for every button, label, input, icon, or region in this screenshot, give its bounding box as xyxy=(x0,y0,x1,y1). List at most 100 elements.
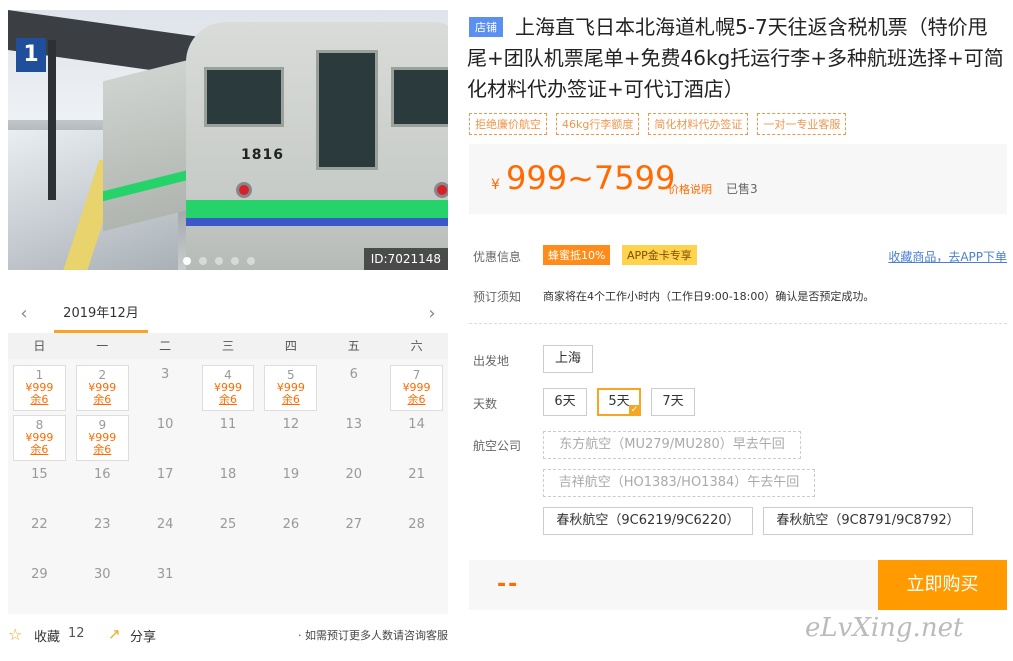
train-window-right xyxy=(391,67,448,127)
app-order-link[interactable]: 收藏商品，去APP下单 xyxy=(888,248,1007,265)
platform-number-sign: 1 xyxy=(16,38,46,72)
carousel-dot[interactable] xyxy=(247,257,255,265)
day-number: 5 xyxy=(287,368,295,382)
day-number: 26 xyxy=(282,517,300,532)
promo-app-gold-badge: APP金卡专享 xyxy=(622,245,697,265)
train-blue-stripe xyxy=(186,218,448,226)
feature-tag: 46kg行李额度 xyxy=(556,113,640,135)
calendar-day: 6 xyxy=(322,363,385,413)
day-number: 23 xyxy=(94,517,111,532)
favorite-button[interactable]: 收藏 xyxy=(34,626,60,645)
day-number: 14 xyxy=(408,417,425,432)
calendar-day: 23 xyxy=(71,513,134,563)
platform-pillar xyxy=(48,40,56,200)
day-stock: 余6 xyxy=(218,393,237,406)
promo-honey-badge: 蜂蜜抵10% xyxy=(543,245,611,265)
train-headlight-left xyxy=(236,182,252,198)
calendar-day: 29 xyxy=(8,563,71,613)
price-box: ¥ 999~7599 价格说明 已售3 xyxy=(469,144,1007,214)
chevron-left-icon[interactable]: ‹ xyxy=(14,304,34,324)
carousel-dot[interactable] xyxy=(183,257,191,265)
day-number: 10 xyxy=(156,417,174,432)
airline-option-9c8791[interactable]: 春秋航空（9C8791/9C8792） xyxy=(763,507,973,535)
product-photo[interactable]: 1 1816 ID:7021148 xyxy=(8,10,448,270)
departure-option-shanghai[interactable]: 上海 xyxy=(543,345,593,373)
day-number: 2 xyxy=(98,368,107,382)
calendar-day: 15 xyxy=(8,463,71,513)
carousel-dots xyxy=(183,257,255,265)
carousel-dot[interactable] xyxy=(199,257,207,265)
day-number: 3 xyxy=(160,367,170,382)
calendar-day[interactable]: 8 ¥999 余6 xyxy=(8,413,71,463)
calendar-day: 19 xyxy=(259,463,322,513)
price-explanation-link[interactable]: 价格说明 xyxy=(668,181,712,197)
train-front: 1816 xyxy=(186,22,448,270)
train-green-stripe xyxy=(186,200,448,218)
day-stock: 余6 xyxy=(93,443,112,456)
calendar-day[interactable]: 1 ¥999 余6 xyxy=(8,363,71,413)
day-number: 9 xyxy=(98,418,107,432)
day-number: 15 xyxy=(31,467,48,482)
day-number: 19 xyxy=(282,467,300,482)
airline-option-9c6219[interactable]: 春秋航空（9C6219/9C6220） xyxy=(543,507,753,535)
calendar-grid: 1 ¥999 余6 2 ¥999 余6 3 4 ¥999 余6 5 ¥999 余6 6 7 ¥999 余6 8 ¥9… xyxy=(8,363,448,613)
share-button[interactable]: 分享 xyxy=(130,626,156,645)
calendar-day: 22 xyxy=(8,513,71,563)
days-option-6[interactable]: 6天 xyxy=(543,388,587,416)
carousel-dot[interactable] xyxy=(231,257,239,265)
weekday-label: 四 xyxy=(284,339,297,353)
feature-tag: 一对一专业客服 xyxy=(757,113,847,135)
day-number: 7 xyxy=(412,368,421,382)
calendar-day: 13 xyxy=(322,413,385,463)
day-number: 22 xyxy=(31,517,48,532)
group-booking-note: · 如需预订更多人数请咨询客服 xyxy=(298,629,448,642)
carousel-dot[interactable] xyxy=(215,257,223,265)
weekday-label: 日 xyxy=(33,339,46,353)
calendar-day[interactable]: 2 ¥999 余6 xyxy=(71,363,134,413)
calendar-day[interactable]: 5 ¥999 余6 xyxy=(259,363,322,413)
weekday-label: 二 xyxy=(159,339,172,353)
calendar-header: ‹ 2019年12月 › xyxy=(8,298,448,333)
day-stock: 余6 xyxy=(30,443,49,456)
calendar-day: 31 xyxy=(134,563,197,613)
calendar-day: 24 xyxy=(134,513,197,563)
weekday-label: 五 xyxy=(347,339,360,353)
date-calendar: ‹ 2019年12月 › 日 一 二 三 四 五 六 1 ¥999 余6 2 ¥999 余6 3 4 ¥99… xyxy=(8,298,448,614)
calendar-day: 12 xyxy=(259,413,322,463)
booking-label: 预订须知 xyxy=(473,290,522,304)
calendar-day: 26 xyxy=(259,513,322,563)
days-option-7[interactable]: 7天 xyxy=(651,388,695,416)
calendar-day: 17 xyxy=(134,463,197,513)
calendar-body: 1 ¥999 余6 2 ¥999 余6 3 4 ¥999 余6 5 ¥999 余6 6 7 ¥999 余6 8 ¥9… xyxy=(8,359,448,614)
star-icon[interactable]: ☆ xyxy=(8,625,22,644)
social-bar: ☆ 收藏 12 ↗ 分享 · 如需预订更多人数请咨询客服 xyxy=(8,625,448,645)
day-number: 21 xyxy=(408,467,425,482)
calendar-day: 16 xyxy=(71,463,134,513)
buy-now-button[interactable]: 立即购买 xyxy=(878,560,1007,610)
day-number: 12 xyxy=(282,417,300,432)
airline-option-mu[interactable]: 东方航空（MU279/MU280）早去午回 xyxy=(543,431,801,459)
calendar-day: 25 xyxy=(197,513,260,563)
chevron-right-icon[interactable]: › xyxy=(422,304,442,324)
calendar-day[interactable]: 4 ¥999 余6 xyxy=(197,363,260,413)
calendar-day: 30 xyxy=(71,563,134,613)
image-id-tag: ID:7021148 xyxy=(363,248,448,270)
calendar-day: 21 xyxy=(385,463,448,513)
calendar-weekdays: 日一二三四五六 xyxy=(8,333,448,359)
calendar-day[interactable]: 9 ¥999 余6 xyxy=(71,413,134,463)
train-side-cars xyxy=(103,58,193,232)
day-number: 20 xyxy=(345,467,362,482)
feature-tag: 拒绝廉价航空 xyxy=(469,113,547,135)
airline-option-ho[interactable]: 吉祥航空（HO1383/HO1384）午去午回 xyxy=(543,469,815,497)
calendar-day: 27 xyxy=(322,513,385,563)
calendar-day[interactable]: 7 ¥999 余6 xyxy=(385,363,448,413)
train-headlight-right xyxy=(434,182,448,198)
calendar-day: 28 xyxy=(385,513,448,563)
calendar-month-tab[interactable]: 2019年12月 xyxy=(54,298,148,333)
day-number: 1 xyxy=(35,368,44,382)
day-stock: 余6 xyxy=(281,393,300,406)
day-number: 8 xyxy=(35,418,44,432)
days-option-5[interactable]: 5天 xyxy=(597,388,641,416)
share-icon[interactable]: ↗ xyxy=(108,625,121,643)
day-number: 13 xyxy=(345,417,362,432)
